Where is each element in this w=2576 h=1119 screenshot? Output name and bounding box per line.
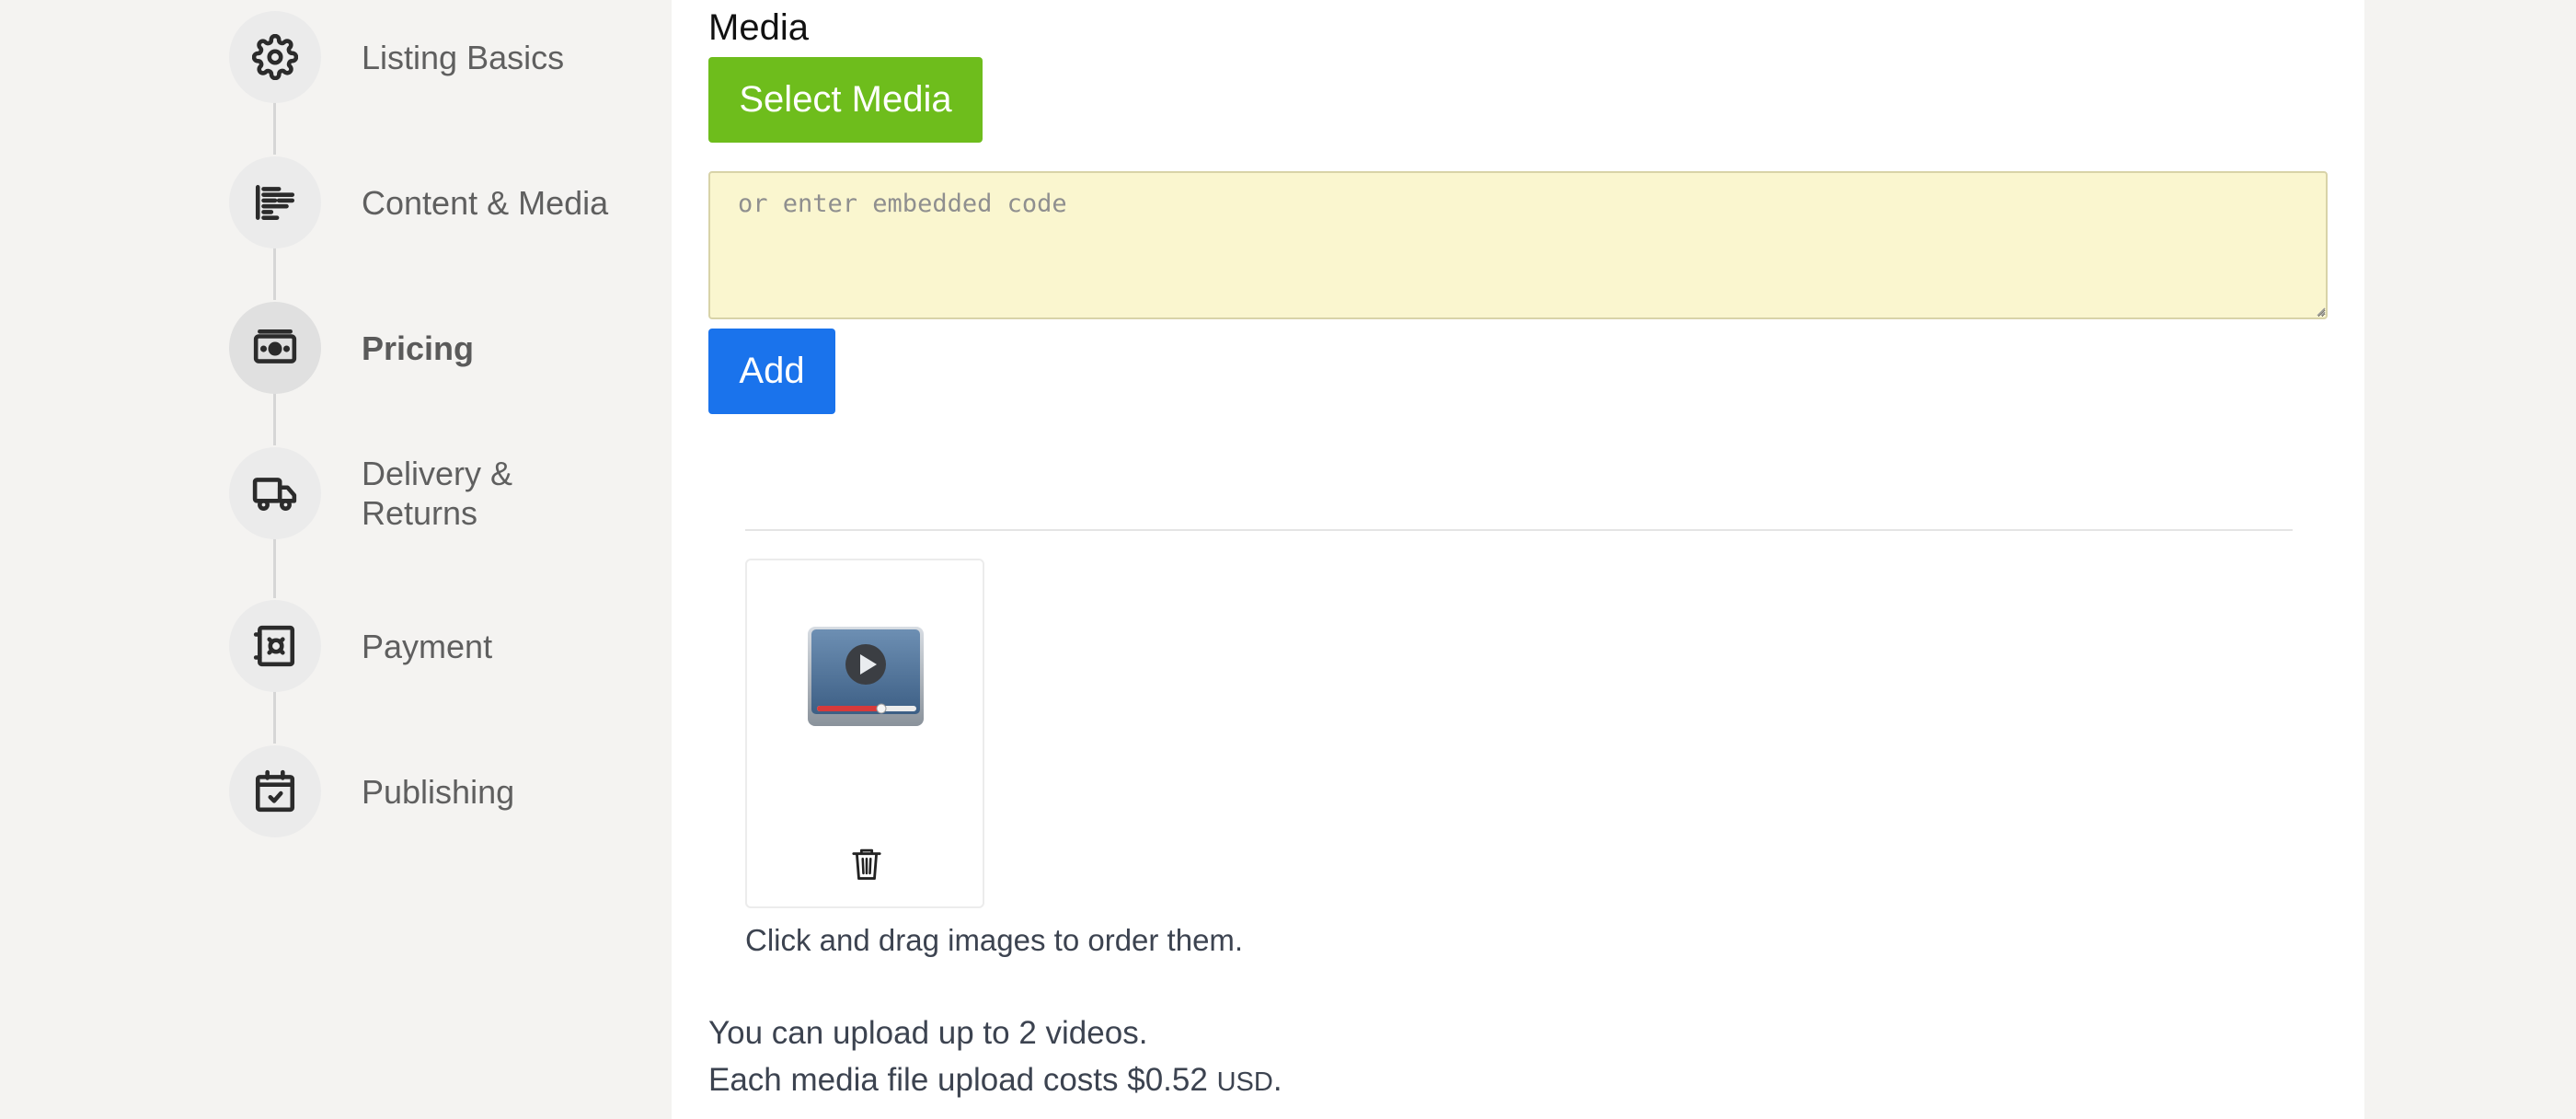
step-icon-circle — [229, 447, 321, 539]
step-icon-circle — [229, 156, 321, 248]
banknote-icon — [253, 329, 297, 363]
gear-icon — [252, 34, 298, 80]
upload-cost-text: Each media file upload costs $0.52 USD. — [708, 1062, 1282, 1099]
step-label: Delivery & Returns — [362, 455, 513, 532]
upload-limit-text: You can upload up to 2 videos. — [708, 1015, 1148, 1051]
step-label: Publishing — [362, 772, 515, 811]
step-icon-circle — [229, 302, 321, 394]
currency-label: USD — [1216, 1067, 1273, 1097]
step-connector — [273, 690, 276, 744]
video-player-icon — [808, 627, 924, 726]
page: Listing Basics Content & Media Pricing D… — [0, 0, 2576, 1119]
step-delivery-returns[interactable]: Delivery & Returns — [229, 447, 652, 539]
step-label: Payment — [362, 627, 493, 665]
step-content-media[interactable]: Content & Media — [229, 156, 652, 248]
step-label: Content & Media — [362, 183, 609, 222]
step-icon-circle — [229, 745, 321, 837]
safe-icon — [253, 625, 295, 667]
step-pricing[interactable]: Pricing — [229, 302, 652, 394]
calendar-check-icon — [255, 769, 295, 813]
step-connector — [273, 392, 276, 445]
step-label: Pricing — [362, 329, 475, 367]
step-publishing[interactable]: Publishing — [229, 745, 652, 837]
step-icon-circle — [229, 11, 321, 103]
step-sidebar: Listing Basics Content & Media Pricing D… — [0, 0, 672, 1119]
drag-hint-text: Click and drag images to order them. — [745, 923, 1244, 957]
select-media-button[interactable]: Select Media — [708, 57, 983, 143]
step-connector — [273, 101, 276, 155]
step-listing-basics[interactable]: Listing Basics — [229, 11, 652, 103]
step-icon-circle — [229, 600, 321, 692]
media-item-card[interactable] — [745, 559, 984, 908]
embed-code-input[interactable] — [708, 171, 2328, 319]
cost-suffix: . — [1272, 1062, 1282, 1098]
add-embed-button[interactable]: Add — [708, 329, 835, 414]
text-lines-icon — [255, 185, 295, 220]
upload-cost-amount: Each media file upload costs $0.52 — [708, 1062, 1208, 1098]
truck-icon — [252, 478, 297, 511]
divider — [745, 529, 2293, 531]
resize-handle-icon[interactable] — [2315, 306, 2326, 317]
trash-icon — [852, 848, 881, 880]
step-label: Listing Basics — [362, 38, 565, 76]
step-connector — [273, 537, 276, 598]
step-connector — [273, 247, 276, 300]
media-panel: Media Select Media Add — [672, 0, 2364, 1119]
step-payment[interactable]: Payment — [229, 600, 652, 692]
delete-media-button[interactable] — [848, 846, 885, 883]
section-title: Media — [708, 7, 809, 48]
